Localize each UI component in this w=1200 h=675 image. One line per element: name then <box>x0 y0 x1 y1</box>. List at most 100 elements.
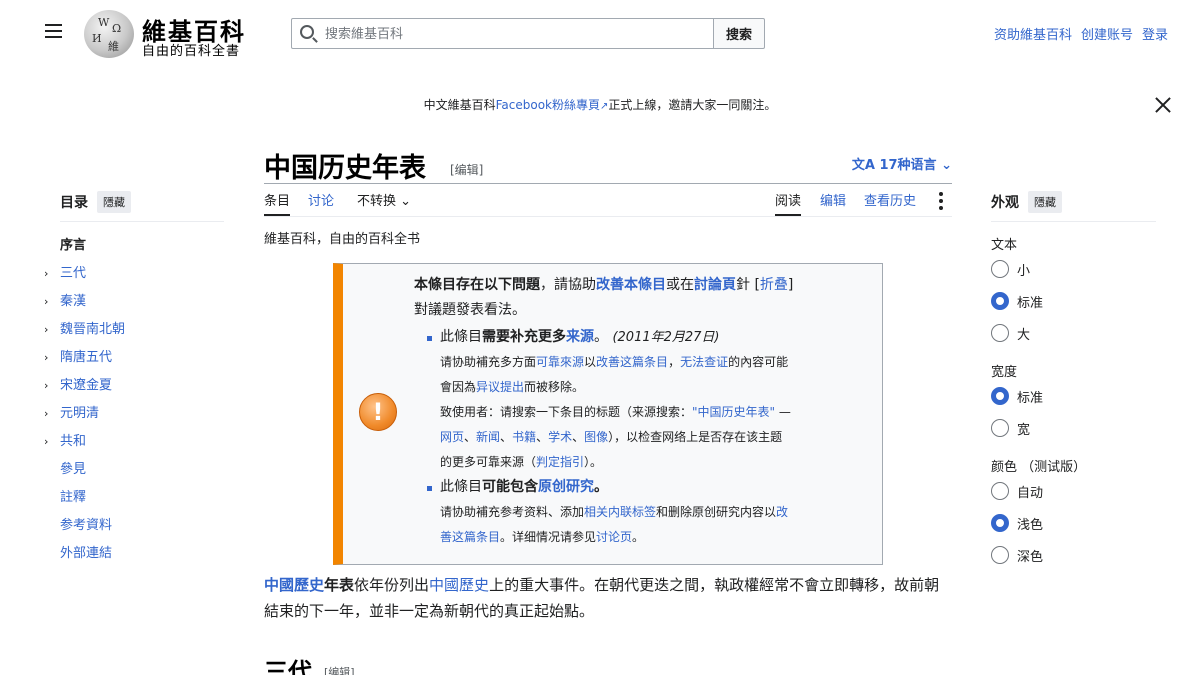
radio-circle-icon[interactable] <box>991 514 1009 532</box>
warning-icon: ! <box>359 393 397 431</box>
verify-link[interactable]: 无法查证 <box>680 355 728 369</box>
source-search-link[interactable]: "中国历史年表" <box>692 405 775 419</box>
talk-link[interactable]: 讨论页 <box>596 530 632 544</box>
toc-item[interactable]: › 魏晉南北朝 <box>44 316 224 344</box>
toc-item[interactable]: 註釋 <box>60 484 224 512</box>
user-links: 资助維基百科 创建账号 登录 <box>994 24 1168 43</box>
text-size-radio[interactable]: 小 <box>991 253 1156 285</box>
radio-circle-icon[interactable] <box>991 546 1009 564</box>
toc-item[interactable]: › 元明清 <box>44 400 224 428</box>
toc-item[interactable]: › 三代 <box>44 260 224 288</box>
text: ，請協助 <box>540 277 596 293</box>
issues-list: 此條目需要补充更多来源。 (2011年2月27日) 请协助補充多方面可靠來源以改… <box>427 325 876 550</box>
color-radio[interactable]: 深色 <box>991 539 1156 571</box>
talk-page-link[interactable]: 討論頁 <box>694 277 736 293</box>
search-images-link[interactable]: 图像 <box>584 430 608 444</box>
radio-circle-icon[interactable] <box>991 482 1009 500</box>
section-edit-link[interactable]: [编辑] <box>324 664 355 675</box>
issues-notice-box: ! 本條目存在以下問題，請協助改善本條目或在討論頁針 [折叠] 對議題發表看法。… <box>333 263 883 565</box>
tab-read[interactable]: 阅读 <box>775 190 802 216</box>
improve-article-link[interactable]: 改 <box>776 505 788 519</box>
radio-circle-icon[interactable] <box>991 324 1009 342</box>
chevron-right-icon[interactable]: › <box>44 428 48 456</box>
toc-hide-button[interactable]: 隱藏 <box>97 191 131 213</box>
site-logo[interactable]: WΩИ維 維基百科 自由的百科全書 <box>84 10 254 59</box>
color-radio[interactable]: 自动 <box>991 475 1156 507</box>
toc-item[interactable]: 外部連結 <box>60 540 224 568</box>
toc-item[interactable]: › 隋唐五代 <box>44 344 224 372</box>
chinese-history-link[interactable]: 中國歷史 <box>429 576 489 594</box>
tab-history[interactable]: 查看历史 <box>864 190 916 209</box>
issue-item: 此條目需要补充更多来源。 (2011年2月27日) 请协助補充多方面可靠來源以改… <box>427 325 876 475</box>
inline-tags-link[interactable]: 相关内联标签 <box>584 505 656 519</box>
toc-item[interactable]: › 共和 <box>44 428 224 456</box>
width-radio[interactable]: 宽 <box>991 412 1156 444</box>
create-account-link[interactable]: 创建账号 <box>1081 24 1133 43</box>
site-header: WΩИ維 維基百科 自由的百科全書 搜索 资助維基百科 创建账号 登录 <box>0 0 1200 66</box>
chevron-right-icon[interactable]: › <box>44 400 48 428</box>
chevron-right-icon[interactable]: › <box>44 372 48 400</box>
radio-label: 深色 <box>1017 549 1044 565</box>
toc-item[interactable]: 參見 <box>60 456 224 484</box>
sources-link[interactable]: 来源 <box>566 329 594 345</box>
chevron-right-icon[interactable]: › <box>44 260 48 288</box>
text-size-radio[interactable]: 标准 <box>991 285 1156 317</box>
donate-link[interactable]: 资助維基百科 <box>994 24 1072 43</box>
width-options: 标准宽 <box>991 380 1156 444</box>
toc-item-label: 魏晉南北朝 <box>60 322 126 337</box>
tab-variant[interactable]: 不转换 ⌄ <box>357 190 411 209</box>
reliable-sources-link[interactable]: 可靠來源 <box>536 355 584 369</box>
search-input[interactable] <box>325 23 705 45</box>
text-size-radio[interactable]: 大 <box>991 317 1156 349</box>
chevron-right-icon[interactable]: › <box>44 316 48 344</box>
close-notice-icon[interactable] <box>1153 95 1173 115</box>
radio-circle-icon[interactable] <box>991 260 1009 278</box>
chevron-down-icon: ⌄ <box>400 194 412 209</box>
chevron-right-icon[interactable]: › <box>44 288 48 316</box>
toc-item[interactable]: 序言 <box>60 232 224 260</box>
improve-article-link[interactable]: 善这篇条目 <box>440 530 500 544</box>
tab-edit[interactable]: 编辑 <box>820 190 846 209</box>
toc-item[interactable]: › 宋遼金夏 <box>44 372 224 400</box>
notice-suffix: 正式上線，邀請大家一同關注。 <box>608 98 777 112</box>
original-research-link[interactable]: 原创研究 <box>538 479 594 495</box>
toc-item-label: 隋唐五代 <box>60 350 113 365</box>
radio-circle-icon[interactable] <box>991 419 1009 437</box>
title-edit-link[interactable]: [编辑] <box>450 161 483 178</box>
language-button[interactable]: 文A 17种语言 ⌄ <box>852 154 952 173</box>
text: 對議題發表看法。 <box>414 302 526 318</box>
collapse-link[interactable]: 折叠 <box>760 277 788 293</box>
toc-item[interactable]: 参考資料 <box>60 512 224 540</box>
text: 。 <box>594 479 608 495</box>
login-link[interactable]: 登录 <box>1142 24 1168 43</box>
chinese-history-link[interactable]: 中國歷史 <box>264 576 324 594</box>
color-radio[interactable]: 浅色 <box>991 507 1156 539</box>
text: 此條目 <box>440 329 482 345</box>
search-button[interactable]: 搜索 <box>713 18 765 49</box>
search-web-link[interactable]: 网页 <box>440 430 464 444</box>
search-books-link[interactable]: 书籍 <box>512 430 536 444</box>
tab-article[interactable]: 条目 <box>264 190 291 216</box>
more-actions-icon[interactable] <box>939 192 943 213</box>
text: 。 <box>594 329 608 345</box>
tab-talk[interactable]: 讨论 <box>308 190 334 209</box>
text: — <box>775 405 791 419</box>
radio-circle-icon[interactable] <box>991 387 1009 405</box>
toc-item-label: 序言 <box>60 238 87 253</box>
improve-article-link[interactable]: 改善这篇条目 <box>596 355 668 369</box>
issues-text: 本條目存在以下問題，請協助改善本條目或在討論頁針 [折叠] 對議題發表看法。 此… <box>414 273 876 550</box>
radio-circle-icon[interactable] <box>991 292 1009 310</box>
radio-label: 宽 <box>1017 422 1031 438</box>
guideline-link[interactable]: 判定指引 <box>536 455 584 469</box>
facebook-link[interactable]: Facebook粉絲專頁 <box>496 98 600 112</box>
search-scholar-link[interactable]: 学术 <box>548 430 572 444</box>
width-radio[interactable]: 标准 <box>991 380 1156 412</box>
toc-item[interactable]: › 秦漢 <box>44 288 224 316</box>
main-menu-icon[interactable] <box>40 20 68 46</box>
appearance-hide-button[interactable]: 隱藏 <box>1028 191 1062 213</box>
issue-item: 此條目可能包含原创研究。 请协助補充参考资料、添加相关内联标签和删除原创研究内容… <box>427 475 876 550</box>
challenge-link[interactable]: 异议提出 <box>476 380 524 394</box>
chevron-right-icon[interactable]: › <box>44 344 48 372</box>
improve-link[interactable]: 改善本條目 <box>596 277 666 293</box>
search-news-link[interactable]: 新闻 <box>476 430 500 444</box>
